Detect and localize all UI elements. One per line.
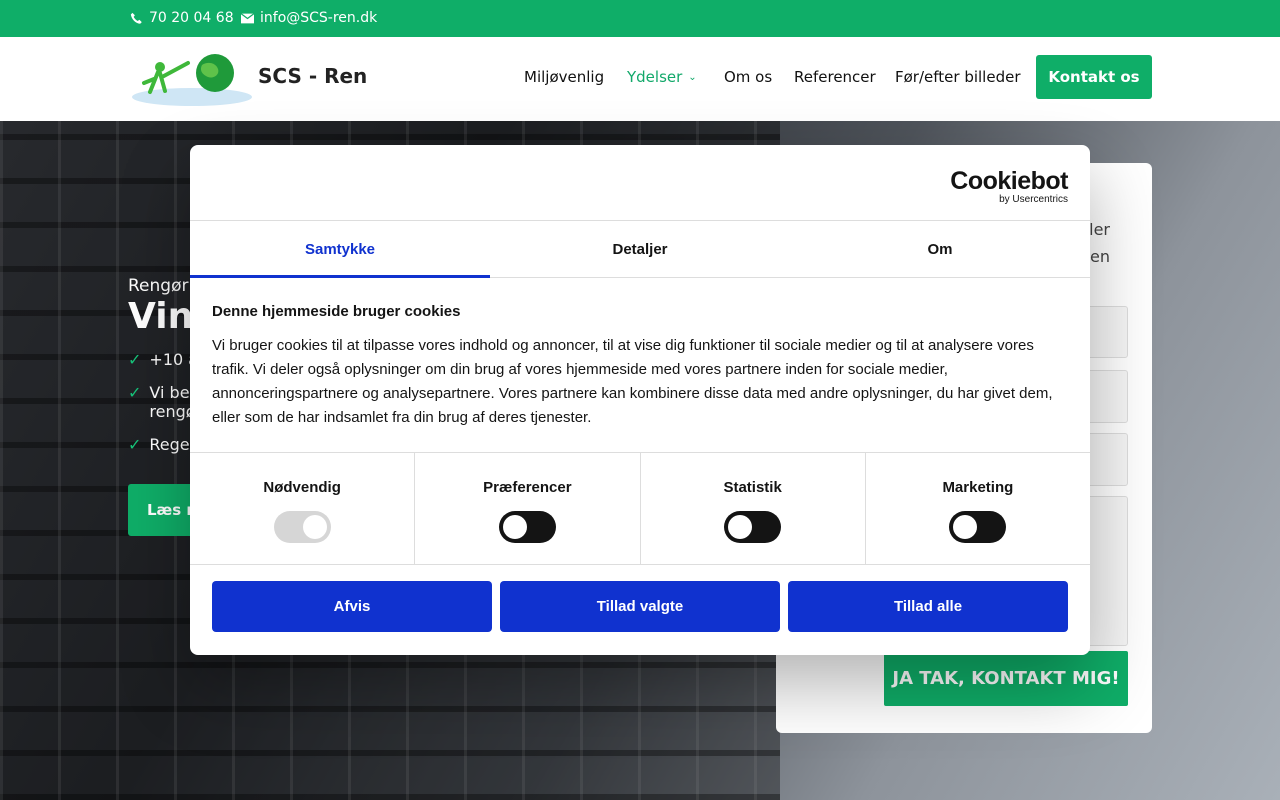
hero-bullet: ✓ +10 å [128, 350, 198, 369]
hero-title: Vin [128, 296, 194, 337]
submit-button[interactable]: JA TAK, KONTAKT MIG! [884, 651, 1128, 706]
logo-globe-icon[interactable] [130, 51, 255, 107]
hero-bullet: ✓ Regel [128, 435, 194, 454]
cookie-consent-dialog: Cookiebot by Usercentrics Samtykke Detal… [190, 145, 1090, 655]
decline-button[interactable]: Afvis [212, 581, 492, 632]
top-bar: 70 20 04 68 info@SCS-ren.dk [0, 0, 1280, 37]
bullet-text: Regel [149, 435, 195, 454]
category-statistics: Statistik [641, 453, 866, 564]
category-necessary: Nødvendig [190, 453, 416, 564]
allow-selected-button[interactable]: Tillad valgte [500, 581, 780, 632]
contact-button[interactable]: Kontakt os [1036, 55, 1152, 99]
nav-item-ydelser[interactable]: Ydelser ⌄ [627, 68, 697, 86]
nav-item-label: Ydelser [627, 68, 683, 86]
phone-number: 70 20 04 68 [149, 10, 234, 26]
nav-item-for-efter[interactable]: Før/efter billeder [895, 68, 1021, 86]
site-header: SCS - Ren Miljøvenlig Ydelser ⌄ Om os Ref… [0, 37, 1280, 121]
nav-item-om-os[interactable]: Om os [724, 68, 772, 86]
cookie-tabs: Samtykke Detaljer Om [190, 220, 1090, 278]
tab-samtykke[interactable]: Samtykke [190, 221, 490, 278]
necessary-toggle [273, 511, 331, 543]
cookiebot-logo: Cookiebot by Usercentrics [950, 167, 1068, 205]
category-label: Præferencer [483, 479, 572, 496]
tab-detaljer[interactable]: Detaljer [490, 221, 790, 277]
category-label: Nødvendig [263, 479, 341, 496]
hero-bullet: ✓ Vi ber rengø [128, 383, 196, 421]
category-label: Marketing [942, 479, 1014, 496]
statistics-toggle[interactable] [724, 511, 782, 543]
phone-icon [130, 12, 142, 24]
allow-all-button[interactable]: Tillad alle [788, 581, 1068, 632]
brand-name[interactable]: SCS - Ren [258, 64, 367, 88]
check-icon: ✓ [128, 435, 142, 454]
tab-om[interactable]: Om [790, 221, 1090, 277]
form-intro-text: ler [1089, 220, 1110, 239]
check-icon: ✓ [128, 383, 142, 402]
email-link[interactable]: info@SCS-ren.dk [241, 10, 377, 26]
check-icon: ✓ [128, 350, 142, 369]
cookiebot-logo-text: Cookiebot [950, 167, 1068, 195]
phone-link[interactable]: 70 20 04 68 [130, 10, 234, 26]
cookie-body-text: Vi bruger cookies til at tilpasse vores … [212, 337, 1053, 426]
cookie-heading: Denne hjemmeside bruger cookies [212, 303, 461, 320]
cookie-description: Denne hjemmeside bruger cookies Vi bruge… [212, 303, 1068, 430]
form-intro-text: en [1090, 247, 1110, 266]
marketing-toggle[interactable] [949, 511, 1007, 543]
category-marketing: Marketing [866, 453, 1090, 564]
cookie-categories: Nødvendig Præferencer Statistik Marketin… [190, 452, 1090, 565]
email-address: info@SCS-ren.dk [260, 10, 378, 26]
category-label: Statistik [723, 479, 782, 496]
chevron-down-icon: ⌄ [688, 72, 697, 83]
nav-item-miljovenlig[interactable]: Miljøvenlig [524, 68, 604, 86]
preferences-toggle[interactable] [498, 511, 556, 543]
nav-item-referencer[interactable]: Referencer [794, 68, 876, 86]
cookie-actions: Afvis Tillad valgte Tillad alle [212, 581, 1068, 632]
envelope-icon [241, 12, 254, 23]
category-preferences: Præferencer [415, 453, 641, 564]
